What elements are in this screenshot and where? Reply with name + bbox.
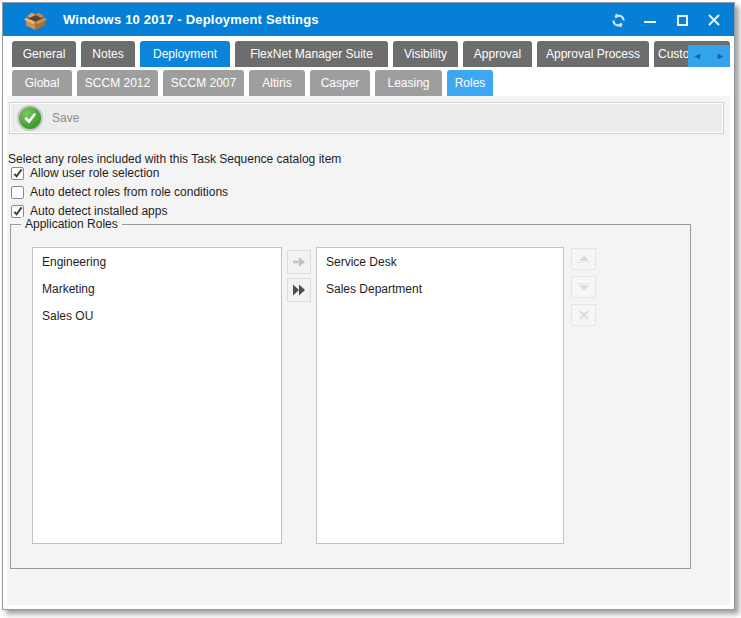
move-up-button[interactable] <box>571 248 596 270</box>
checkbox-row[interactable]: Auto detect installed apps <box>11 204 167 218</box>
move-all-right-button[interactable] <box>287 278 311 302</box>
tab-sccm-2012[interactable]: SCCM 2012 <box>77 70 158 96</box>
window-title: Windows 10 2017 - Deployment Settings <box>63 12 319 27</box>
tab-altiris[interactable]: Altiris <box>249 70 305 96</box>
tab-scroll-right-icon[interactable]: ► <box>716 52 725 61</box>
title-bar[interactable]: Windows 10 2017 - Deployment Settings <box>3 3 734 36</box>
checkbox-label: Auto detect roles from role conditions <box>30 185 228 199</box>
tab-deployment[interactable]: Deployment <box>140 41 230 67</box>
tab-casper[interactable]: Casper <box>310 70 370 96</box>
list-item[interactable]: Service Desk <box>317 249 563 276</box>
list-item[interactable]: Marketing <box>33 276 281 303</box>
selected-roles-list[interactable]: Service DeskSales Department <box>316 247 564 544</box>
instructions-text: Select any roles included with this Task… <box>8 152 341 166</box>
group-title: Application Roles <box>21 217 122 231</box>
toolbar: Save <box>9 102 724 134</box>
app-icon <box>24 10 47 31</box>
checkbox-label: Auto detect installed apps <box>30 204 167 218</box>
window-content: GeneralNotesDeploymentFlexNet Manager Su… <box>7 36 730 605</box>
tab-visibility[interactable]: Visibility <box>393 41 458 67</box>
maximize-button[interactable] <box>669 7 695 33</box>
tab-approval-process[interactable]: Approval Process <box>537 41 649 67</box>
tab-scroll-control: ◄ ► <box>688 45 730 67</box>
checkbox-row[interactable]: Auto detect roles from role conditions <box>11 185 228 199</box>
remove-button[interactable] <box>571 304 596 326</box>
refresh-icon[interactable] <box>605 7 631 33</box>
checkbox-label: Allow user role selection <box>30 166 159 180</box>
checkbox-unchecked[interactable] <box>11 186 24 199</box>
tab-scroll-left-icon[interactable]: ◄ <box>693 52 702 61</box>
tab-roles[interactable]: Roles <box>447 70 493 96</box>
application-roles-group: Application Roles EngineeringMarketingSa… <box>10 224 691 569</box>
content-panel: Save Select any roles included with this… <box>7 96 730 605</box>
tab-approval[interactable]: Approval <box>463 41 532 67</box>
tab-global[interactable]: Global <box>12 70 72 96</box>
tab-notes[interactable]: Notes <box>81 41 135 67</box>
close-button[interactable] <box>701 7 727 33</box>
minimize-button[interactable] <box>637 7 663 33</box>
move-right-button[interactable] <box>287 250 311 274</box>
tab-leasing[interactable]: Leasing <box>375 70 442 96</box>
tab-sccm-2007[interactable]: SCCM 2007 <box>163 70 244 96</box>
app-window: Windows 10 2017 - Deployment Settings Ge… <box>2 2 735 610</box>
checkbox-checked[interactable] <box>11 205 24 218</box>
checkbox-checked[interactable] <box>11 167 24 180</box>
save-label: Save <box>52 111 79 125</box>
list-item[interactable]: Engineering <box>33 249 281 276</box>
save-button[interactable]: Save <box>17 105 79 131</box>
tab-flexnet-manager-suite[interactable]: FlexNet Manager Suite <box>235 41 388 67</box>
save-check-icon <box>17 105 43 131</box>
primary-tab-bar: GeneralNotesDeploymentFlexNet Manager Su… <box>12 41 730 67</box>
checkbox-row[interactable]: Allow user role selection <box>11 166 159 180</box>
tab-general[interactable]: General <box>12 41 76 67</box>
list-item[interactable]: Sales Department <box>317 276 563 303</box>
secondary-tab-bar: GlobalSCCM 2012SCCM 2007AltirisCasperLea… <box>12 70 493 96</box>
available-roles-list[interactable]: EngineeringMarketingSales OU <box>32 247 282 544</box>
move-down-button[interactable] <box>571 276 596 298</box>
list-item[interactable]: Sales OU <box>33 303 281 330</box>
